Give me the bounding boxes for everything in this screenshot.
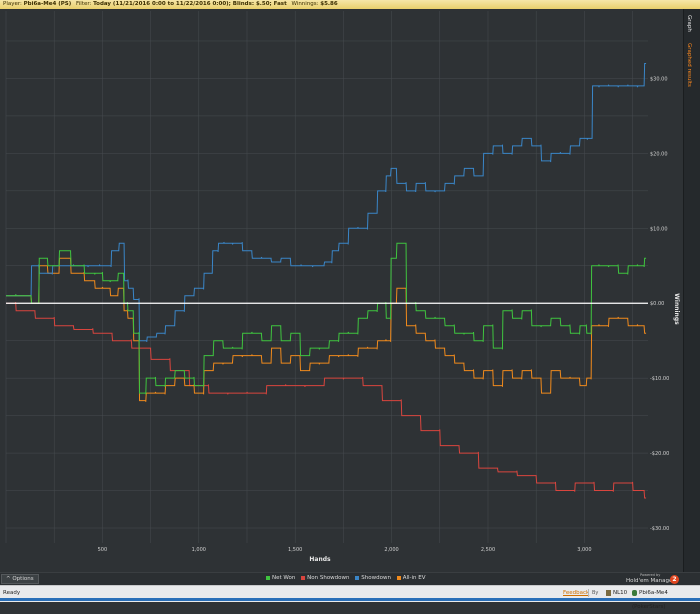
series-line-showdown [6,62,647,342]
legend-showdown[interactable]: Showdown [361,575,391,581]
chart-legend: Net Won Non Showdown Showdown All-in EV [262,575,426,581]
graph-area: $30.00 $20.00 $10.00 $0.00 -$10.00 -$20.00 -$3… [0,9,683,572]
legend-net-won[interactable]: Net Won [272,575,295,581]
tab-graphed-results[interactable]: Graphed results [686,43,692,87]
x-tick-label: 500 [98,547,108,553]
series-line-non-showdown [6,301,647,499]
winnings-value: $5.86 [320,1,338,7]
hm-logo-icon: 2 [670,575,679,584]
y-tick-label: -$30.00 [650,526,669,532]
y-tick-label: $30.00 [650,76,668,82]
player-label: Player: [3,1,22,7]
filter-label: Filter: [76,1,92,7]
side-panel: Graph Graphed results [683,9,700,572]
x-tick-label: 1,500 [288,547,302,553]
powered-by: Powered by [640,573,661,577]
x-tick-label: 2,500 [481,547,495,553]
legend-swatch-non-showdown [301,575,306,580]
y-axis-label: Winnings [673,293,680,325]
y-tick-label: -$10.00 [650,376,669,382]
filter-value[interactable]: Today (11/21/2016 0:00 to 11/22/2016 0:0… [93,1,287,7]
stake-label: NL10 [613,590,628,596]
options-button[interactable]: ^ Options [1,574,39,584]
tab-graph[interactable]: Graph [686,15,692,32]
x-tick-labels: 500 1,000 1,500 2,000 2,500 3,000 [98,547,592,553]
x-tick-label: 2,000 [384,547,398,553]
y-tick-labels: $30.00 $20.00 $10.00 $0.00 -$10.00 -$20.00 -$3… [650,76,669,532]
y-tick-label: $0.00 [650,301,664,307]
x-tick-label: 3,000 [577,547,591,553]
series-line-all-in-ev [6,257,647,402]
brand-name: Hold'em Manager [626,578,675,584]
legend-swatch-net-won [266,575,270,580]
y-tick-label: $20.00 [650,151,668,157]
y-tick-label: -$20.00 [650,451,669,457]
player-icon [632,589,637,596]
legend-allin-ev[interactable]: All-in EV [403,575,426,581]
legend-swatch-allin-ev [396,575,401,580]
x-axis-label: Hands [309,556,331,563]
y-tick-label: $10.00 [650,226,668,232]
stake-icon [606,589,611,596]
legend-swatch-showdown [355,575,360,580]
winnings-chart: $30.00 $20.00 $10.00 $0.00 -$10.00 -$20.00 -$3… [5,11,680,563]
divider [588,589,589,597]
winnings-label: Winnings: [291,1,319,7]
x-tick-label: 1,000 [192,547,206,553]
player-value[interactable]: Pbi6a-Me4 (PS) [24,1,72,7]
legend-non-showdown[interactable]: Non Showdown [307,575,349,581]
